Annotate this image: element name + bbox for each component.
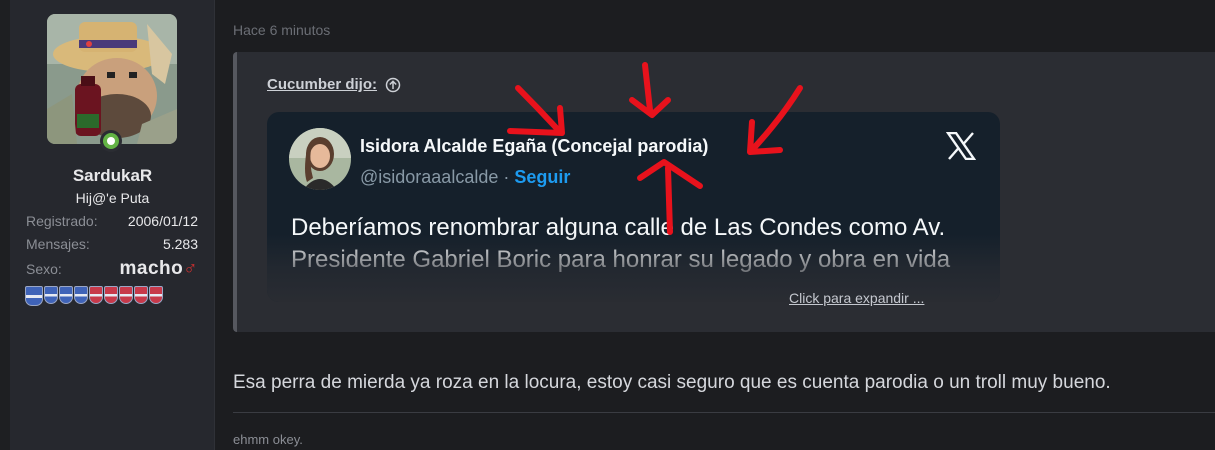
online-status-icon [100, 130, 122, 152]
stat-label: Sexo: [26, 261, 62, 277]
user-title: Hij@'e Puta [75, 190, 150, 206]
stat-value: 2006/01/12 [127, 213, 198, 229]
tweet-handle-row: @isidoraaalcalde · Seguir [360, 167, 570, 188]
user-badge-icon[interactable] [25, 286, 43, 306]
user-avatar[interactable] [47, 14, 177, 152]
quote-author-link[interactable]: Cucumber dijo: [267, 76, 377, 93]
quote-header[interactable]: Cucumber dijo: [267, 76, 401, 93]
separator: · [498, 167, 515, 187]
user-badge-icon[interactable] [44, 286, 58, 304]
tweet-author-avatar[interactable] [289, 128, 351, 190]
username[interactable]: SardukaR [10, 166, 215, 186]
quote-block: Cucumber dijo: Isidora Alcalde Egaña (Co… [233, 52, 1215, 332]
forum-page: SardukaR Hij@'e Puta Registrado: 2006/01… [0, 0, 1215, 450]
stat-value[interactable]: 5.283 [163, 236, 198, 252]
user-badge-icon[interactable] [59, 286, 73, 304]
user-badge-icon[interactable] [74, 286, 88, 304]
expand-link[interactable]: Click para expandir ... [789, 290, 924, 306]
tweet-author-name[interactable]: Isidora Alcalde Egaña (Concejal parodia) [360, 136, 708, 157]
circle-arrow-up-icon[interactable] [385, 77, 401, 93]
post-timestamp[interactable]: Hace 6 minutos [233, 22, 330, 38]
user-signature: ehmm okey. [233, 432, 303, 447]
user-badge-icon[interactable] [134, 286, 148, 304]
post-content: Hace 6 minutos Cucumber dijo: Isidora Al… [215, 0, 1215, 450]
male-symbol-icon: ♂ [183, 258, 198, 279]
x-logo-icon[interactable] [946, 132, 976, 160]
stat-label: Registrado: [26, 213, 98, 229]
user-badge-icon[interactable] [149, 286, 163, 304]
post-body-text: Esa perra de mierda ya roza en la locura… [233, 372, 1111, 393]
user-badge-icon[interactable] [104, 286, 118, 304]
user-badges [25, 286, 163, 306]
left-stripe [0, 0, 10, 450]
embedded-tweet[interactable]: Isidora Alcalde Egaña (Concejal parodia)… [267, 112, 1000, 302]
stat-mensajes: Mensajes: 5.283 [26, 236, 198, 252]
user-badge-icon[interactable] [89, 286, 103, 304]
user-badge-icon[interactable] [119, 286, 133, 304]
avatar-image [47, 14, 177, 144]
stat-sexo: Sexo: macho♂ [26, 258, 198, 280]
signature-divider [233, 412, 1215, 413]
sex-value: macho♂ [120, 258, 199, 280]
tweet-handle[interactable]: @isidoraaalcalde [360, 167, 498, 187]
sex-text: macho [119, 258, 184, 279]
stat-registrado: Registrado: 2006/01/12 [26, 213, 198, 229]
stat-label: Mensajes: [26, 236, 90, 252]
follow-link[interactable]: Seguir [514, 167, 570, 187]
